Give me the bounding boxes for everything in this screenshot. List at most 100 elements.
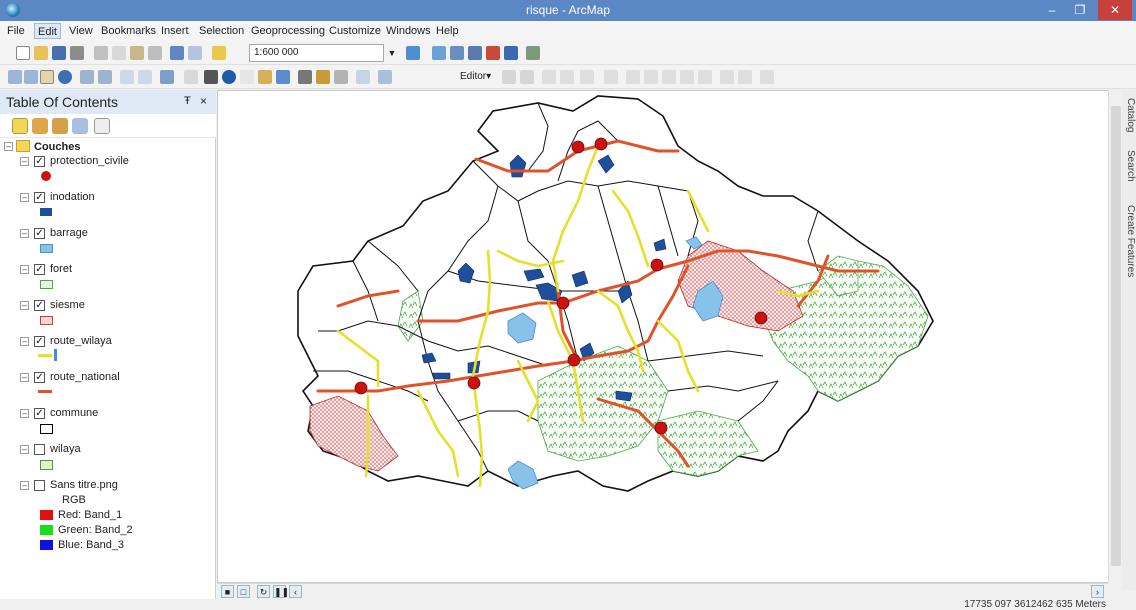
identify-icon[interactable]: [222, 70, 236, 84]
fixed-zoom-out-icon[interactable]: [98, 70, 112, 84]
pin-icon[interactable]: Ŧ: [184, 95, 191, 107]
find-route-icon[interactable]: [316, 70, 330, 84]
menu-windows[interactable]: Windows: [383, 23, 434, 39]
layer-visibility-checkbox[interactable]: ✓: [34, 336, 45, 347]
layer-name-raster[interactable]: Sans titre.png: [50, 478, 118, 492]
sketch-properties-icon[interactable]: [738, 70, 752, 84]
collapse-icon[interactable]: –: [20, 481, 29, 490]
layer-visibility-checkbox[interactable]: ✓: [34, 372, 45, 383]
split-icon[interactable]: [680, 70, 694, 84]
collapse-icon[interactable]: –: [20, 229, 29, 238]
forward-extent-icon[interactable]: [138, 70, 152, 84]
cut-icon[interactable]: [94, 46, 108, 60]
new-document-icon[interactable]: [16, 46, 30, 60]
layer-name-foret[interactable]: foret: [50, 262, 72, 276]
copy-icon[interactable]: [112, 46, 126, 60]
data-frame-label[interactable]: Couches: [34, 140, 80, 154]
list-by-selection-icon[interactable]: [72, 118, 88, 134]
catalog-tab[interactable]: Catalog: [1122, 98, 1136, 132]
edit-vertices-icon[interactable]: [626, 70, 640, 84]
reshape-icon[interactable]: [644, 70, 658, 84]
collapse-icon[interactable]: –: [20, 409, 29, 418]
create-features-icon[interactable]: [760, 70, 774, 84]
collapse-icon[interactable]: –: [20, 373, 29, 382]
zoom-in-icon[interactable]: [8, 70, 22, 84]
select-features-icon[interactable]: [160, 70, 174, 84]
menu-file[interactable]: File: [4, 23, 28, 39]
editor-menu-button[interactable]: Editor▾: [460, 69, 491, 85]
trace-icon[interactable]: [580, 70, 594, 84]
html-popup-icon[interactable]: [258, 70, 272, 84]
menu-geoprocessing[interactable]: Geoprocessing: [248, 23, 328, 39]
menu-customize[interactable]: Customize: [326, 23, 384, 39]
clear-selection-icon[interactable]: [184, 70, 198, 84]
back-extent-icon[interactable]: [120, 70, 134, 84]
layer-name-inodation[interactable]: inodation: [50, 190, 95, 204]
close-button[interactable]: ✕: [1098, 0, 1132, 20]
layer-visibility-checkbox[interactable]: ✓: [34, 156, 45, 167]
model-builder-icon[interactable]: [526, 46, 540, 60]
vertical-scrollbar[interactable]: [1108, 90, 1122, 583]
scroll-left-icon[interactable]: ‹: [289, 585, 302, 598]
collapse-icon[interactable]: –: [4, 142, 13, 151]
menu-selection[interactable]: Selection: [196, 23, 247, 39]
collapse-icon[interactable]: –: [20, 337, 29, 346]
layer-name-protection-civile[interactable]: protection_civile: [50, 154, 129, 168]
scroll-right-icon[interactable]: ›: [1091, 585, 1104, 598]
layer-visibility-checkbox[interactable]: [34, 480, 45, 491]
minimize-button[interactable]: –: [1040, 0, 1064, 20]
options-icon[interactable]: [94, 118, 110, 134]
print-icon[interactable]: [70, 46, 84, 60]
collapse-icon[interactable]: –: [20, 445, 29, 454]
vertical-scroll-thumb[interactable]: [1111, 106, 1121, 566]
data-view-icon[interactable]: □: [237, 585, 250, 598]
menu-bookmarks[interactable]: Bookmarks: [98, 23, 159, 39]
map-scale-input[interactable]: 1:600 000: [249, 44, 384, 62]
edit-tool-icon[interactable]: [502, 70, 516, 84]
layer-visibility-checkbox[interactable]: ✓: [34, 300, 45, 311]
catalog-icon[interactable]: [450, 46, 464, 60]
list-by-visibility-icon[interactable]: [52, 118, 68, 134]
pause-drawing-icon[interactable]: ❚❚: [273, 585, 289, 598]
go-to-xy-icon[interactable]: [334, 70, 348, 84]
measure-icon[interactable]: [276, 70, 290, 84]
time-slider-icon[interactable]: [356, 70, 370, 84]
table-of-contents-icon[interactable]: [432, 46, 446, 60]
zoom-out-icon[interactable]: [24, 70, 38, 84]
layer-name-wilaya[interactable]: wilaya: [50, 442, 81, 456]
collapse-icon[interactable]: –: [20, 157, 29, 166]
refresh-icon[interactable]: ↻: [257, 585, 270, 598]
point-icon[interactable]: [604, 70, 618, 84]
collapse-icon[interactable]: –: [20, 193, 29, 202]
search-window-icon[interactable]: [468, 46, 482, 60]
open-folder-icon[interactable]: [34, 46, 48, 60]
create-viewer-icon[interactable]: [378, 70, 392, 84]
list-by-source-icon[interactable]: [32, 118, 48, 134]
rotate-icon[interactable]: [698, 70, 712, 84]
layer-name-route-wilaya[interactable]: route_wilaya: [50, 334, 112, 348]
paste-icon[interactable]: [130, 46, 144, 60]
layout-view-icon[interactable]: ■: [221, 585, 234, 598]
layer-name-barrage[interactable]: barrage: [50, 226, 88, 240]
select-elements-icon[interactable]: [204, 70, 218, 84]
map-display[interactable]: [217, 90, 1109, 583]
maximize-button[interactable]: ❐: [1068, 0, 1092, 20]
layer-name-route-national[interactable]: route_national: [50, 370, 120, 384]
list-by-drawing-order-icon[interactable]: [12, 118, 28, 134]
layer-visibility-checkbox[interactable]: ✓: [34, 192, 45, 203]
create-features-tab[interactable]: Create Features: [1122, 205, 1136, 277]
layer-name-commune[interactable]: commune: [50, 406, 98, 420]
layer-visibility-checkbox[interactable]: ✓: [34, 264, 45, 275]
add-data-icon[interactable]: [212, 46, 226, 60]
horizontal-scrollbar[interactable]: ■ □ ↻ ❚❚ ‹ ›: [217, 583, 1108, 599]
fixed-zoom-in-icon[interactable]: [80, 70, 94, 84]
search-tab[interactable]: Search: [1122, 150, 1136, 182]
undo-icon[interactable]: [170, 46, 184, 60]
arctoolbox-icon[interactable]: [486, 46, 500, 60]
full-extent-icon[interactable]: [58, 70, 72, 84]
save-icon[interactable]: [52, 46, 66, 60]
delete-icon[interactable]: [148, 46, 162, 60]
collapse-icon[interactable]: –: [20, 265, 29, 274]
collapse-icon[interactable]: –: [20, 301, 29, 310]
layer-visibility-checkbox[interactable]: ✓: [34, 408, 45, 419]
